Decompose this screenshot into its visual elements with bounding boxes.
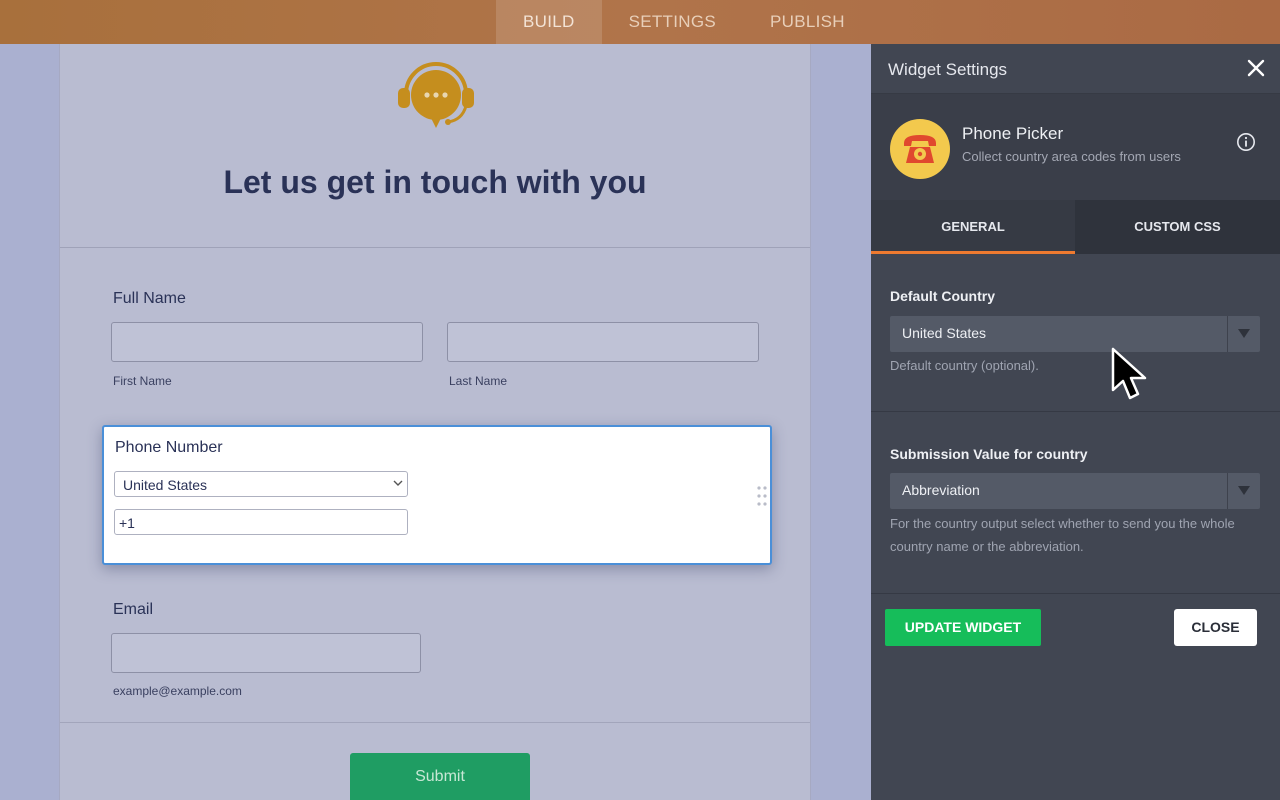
- phone-number-field-selected[interactable]: Phone Number United States +1: [102, 425, 772, 565]
- form-divider: [60, 722, 810, 723]
- phone-number-input[interactable]: +1: [114, 509, 408, 535]
- panel-title: Widget Settings: [888, 60, 1008, 79]
- top-nav-tabs: BUILD SETTINGS PUBLISH: [496, 0, 872, 44]
- full-name-label: Full Name: [113, 290, 186, 307]
- tab-publish[interactable]: PUBLISH: [743, 0, 872, 44]
- chevron-down-icon: [393, 480, 403, 486]
- widget-description: Collect country area codes from users: [962, 149, 1181, 164]
- submission-value-help: For the country output select whether to…: [890, 516, 1235, 554]
- default-country-help: Default country (optional).: [890, 358, 1039, 373]
- widget-settings-panel: Widget Settings Phone Picker Collect cou…: [871, 44, 1280, 800]
- tab-general[interactable]: GENERAL: [871, 200, 1075, 254]
- submission-value-select[interactable]: Abbreviation: [890, 473, 1260, 509]
- panel-header: Widget Settings: [871, 44, 1280, 94]
- widget-info: Phone Picker Collect country area codes …: [871, 94, 1280, 200]
- select-separator: [1227, 316, 1228, 352]
- update-widget-button[interactable]: UPDATE WIDGET: [885, 609, 1041, 646]
- tab-settings[interactable]: SETTINGS: [602, 0, 743, 44]
- last-name-sublabel: Last Name: [449, 374, 508, 388]
- telephone-icon: [904, 135, 936, 163]
- mouse-cursor-icon: [1111, 347, 1147, 400]
- first-name-input[interactable]: [111, 322, 423, 362]
- submission-value-value: Abbreviation: [902, 482, 980, 498]
- tab-custom-css[interactable]: CUSTOM CSS: [1075, 200, 1280, 254]
- caret-down-icon: [1238, 486, 1250, 495]
- widget-icon: [890, 119, 950, 179]
- default-country-value: United States: [902, 325, 987, 341]
- form-card: Let us get in touch with you Full Name F…: [59, 44, 811, 800]
- email-input[interactable]: [111, 633, 421, 673]
- email-label: Email: [113, 601, 154, 618]
- phone-number-label: Phone Number: [115, 439, 223, 456]
- footer-divider: [871, 593, 1280, 594]
- submit-button[interactable]: Submit: [350, 753, 530, 800]
- first-name-sublabel: First Name: [113, 374, 172, 388]
- tab-build[interactable]: BUILD: [496, 0, 602, 44]
- default-country-label: Default Country: [890, 288, 995, 304]
- top-navigation-bar: BUILD SETTINGS PUBLISH: [0, 0, 1280, 44]
- last-name-input[interactable]: [447, 322, 759, 362]
- chat-headset-icon: [398, 62, 474, 128]
- close-button[interactable]: CLOSE: [1174, 609, 1257, 646]
- panel-tabs: GENERAL CUSTOM CSS: [871, 200, 1280, 254]
- submission-value-label: Submission Value for country: [890, 446, 1088, 462]
- caret-down-icon: [1238, 329, 1250, 338]
- email-sublabel: example@example.com: [113, 684, 242, 698]
- phone-country-value: United States: [123, 477, 208, 493]
- info-icon[interactable]: [1236, 132, 1256, 152]
- settings-divider: [871, 411, 1280, 412]
- default-country-select[interactable]: United States: [890, 316, 1260, 352]
- form-header: Let us get in touch with you: [60, 44, 810, 248]
- close-icon[interactable]: [1246, 58, 1266, 78]
- phone-country-select[interactable]: United States: [114, 471, 408, 497]
- form-title: Let us get in touch with you: [223, 164, 647, 200]
- drag-handle-icon[interactable]: [756, 485, 768, 507]
- widget-name: Phone Picker: [962, 124, 1064, 143]
- select-separator: [1227, 473, 1228, 509]
